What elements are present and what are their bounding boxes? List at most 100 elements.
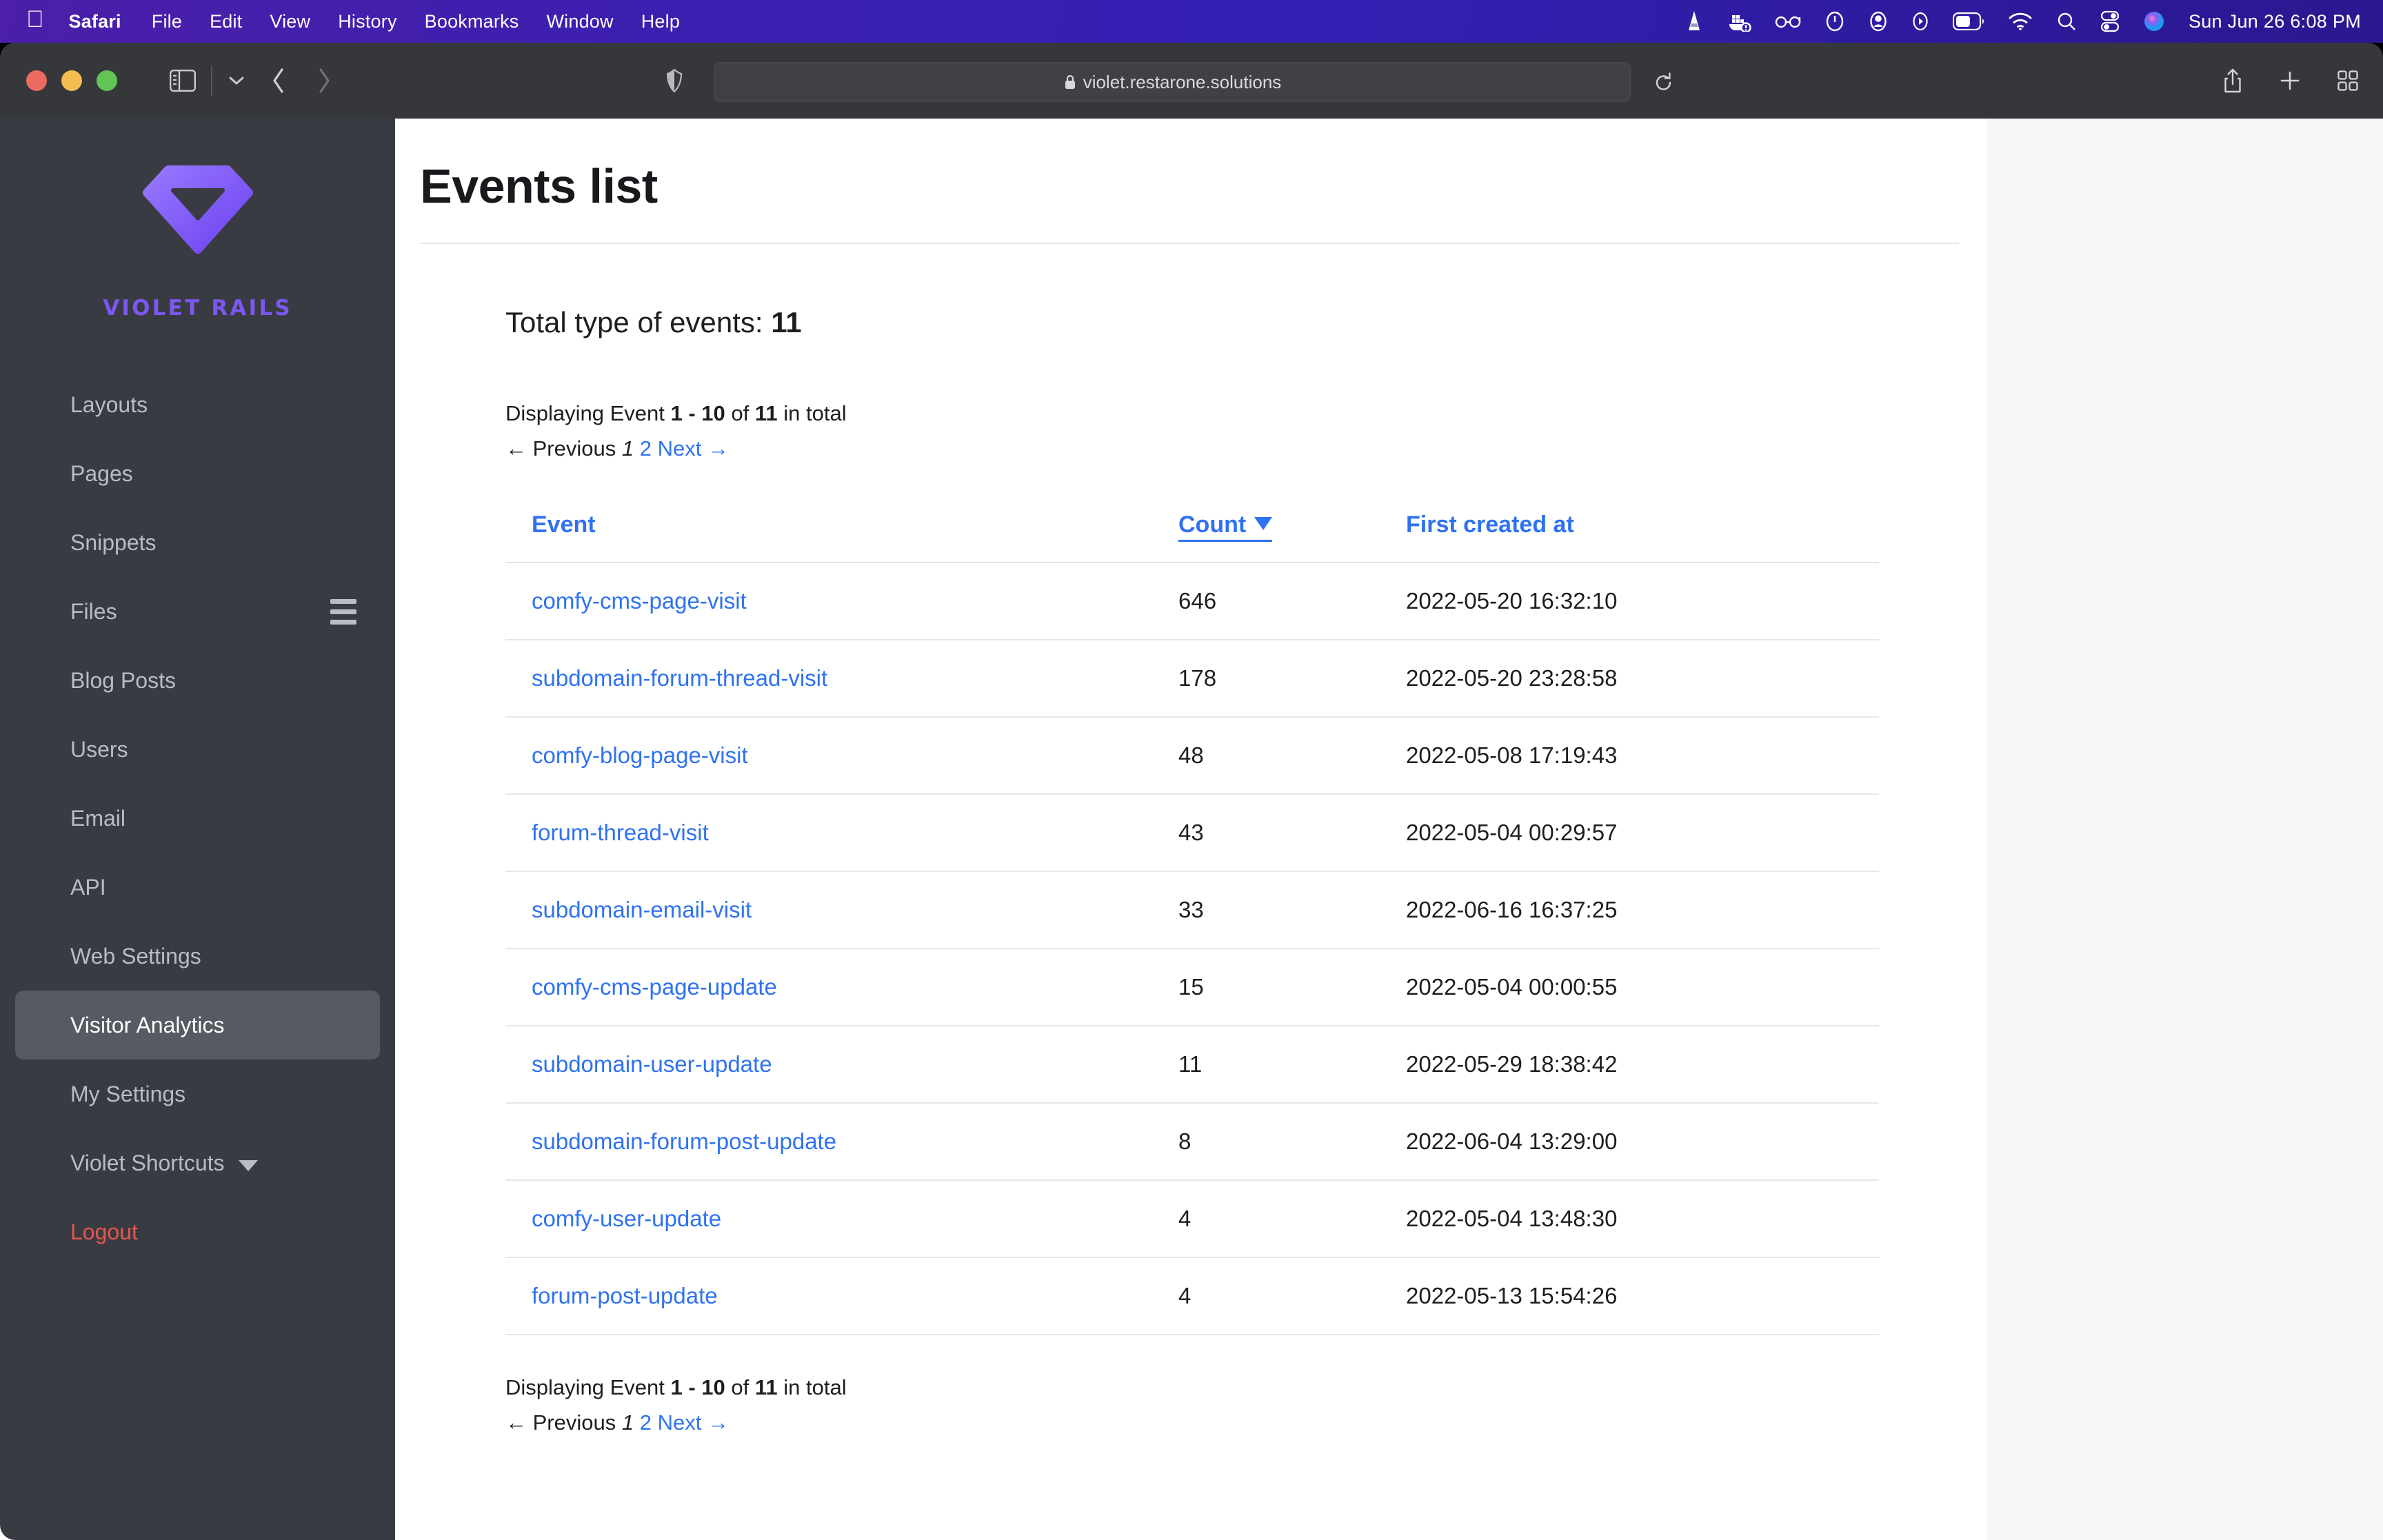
cell-event: comfy-blog-page-visit	[505, 716, 1152, 795]
event-link[interactable]: subdomain-forum-thread-visit	[532, 665, 827, 691]
toolbar-divider	[211, 65, 212, 96]
column-header-event[interactable]: Event	[505, 492, 1152, 563]
event-link[interactable]: comfy-cms-page-visit	[532, 588, 747, 614]
event-link[interactable]: subdomain-user-update	[532, 1051, 772, 1077]
column-header-first-created-at-label: First created at	[1406, 511, 1574, 538]
zoom-button[interactable]	[97, 70, 117, 91]
menu-item-view[interactable]: View	[270, 11, 310, 32]
power-circle-icon[interactable]	[1824, 8, 1845, 34]
sidebar-item-label: Logout	[70, 1219, 138, 1244]
sidebar-item-pages[interactable]: Pages	[15, 439, 380, 508]
menu-item-bookmarks[interactable]: Bookmarks	[425, 11, 519, 32]
app-logo[interactable]: VIOLET RAILS	[0, 119, 395, 321]
address-bar-wrapper: violet.restarone.solutions	[714, 62, 1671, 102]
displaying-suffix: in total	[777, 1375, 847, 1399]
cell-count: 178	[1152, 639, 1380, 718]
next-page-link[interactable]: Next	[658, 436, 702, 460]
privacy-shield-icon[interactable]	[665, 69, 683, 92]
address-bar[interactable]: violet.restarone.solutions	[714, 62, 1671, 102]
menu-bar-clock[interactable]: Sun Jun 26 6:08 PM	[2189, 11, 2361, 32]
sidebar-item-my-settings[interactable]: My Settings	[15, 1060, 380, 1128]
docker-whale-icon[interactable]	[1728, 8, 1751, 34]
menu-item-edit[interactable]: Edit	[210, 11, 242, 32]
battery-icon[interactable]	[1952, 8, 1984, 34]
close-button[interactable]	[26, 70, 47, 91]
event-link[interactable]: subdomain-forum-post-update	[532, 1128, 836, 1154]
sidebar-item-violet-shortcuts[interactable]: Violet Shortcuts	[15, 1128, 380, 1197]
spotlight-search-icon[interactable]	[2056, 8, 2077, 34]
sidebar-item-label: Email	[70, 805, 126, 831]
sidebar-item-logout[interactable]: Logout	[15, 1197, 380, 1266]
event-link[interactable]: forum-post-update	[532, 1283, 718, 1308]
event-link[interactable]: subdomain-email-visit	[532, 897, 752, 922]
siri-icon[interactable]	[2143, 8, 2165, 34]
back-chevron-icon[interactable]	[270, 67, 287, 94]
event-link[interactable]: comfy-user-update	[532, 1206, 721, 1231]
menu-item-safari[interactable]: Safari	[69, 11, 121, 32]
macos-menu-bar:  Safari File Edit View History Bookmark…	[0, 0, 2383, 43]
sidebar-toggle-icon[interactable]	[170, 70, 196, 92]
cell-event: subdomain-user-update	[505, 1025, 1152, 1104]
cell-event: forum-post-update	[505, 1257, 1152, 1335]
displaying-total: 11	[754, 401, 778, 425]
app-logo-text: VIOLET RAILS	[103, 296, 292, 321]
displaying-range: 1 - 10	[670, 1375, 725, 1399]
pagination-bottom: ← Previous 1 2 Next →	[505, 1408, 1986, 1439]
column-header-first-created-at[interactable]: First created at	[1380, 492, 1879, 563]
menu-item-file[interactable]: File	[152, 11, 182, 32]
chevron-down-icon[interactable]	[228, 74, 245, 87]
forward-chevron-icon[interactable]	[316, 67, 332, 94]
sidebar-item-blog-posts[interactable]: Blog Posts	[15, 646, 380, 715]
total-events-summary: Total type of events: 11	[505, 306, 1986, 339]
reload-icon[interactable]	[1644, 63, 1684, 103]
vlc-cone-icon[interactable]	[1684, 8, 1705, 34]
table-header-row: Event Count First created at	[505, 492, 1879, 563]
sidebar-item-snippets[interactable]: Snippets	[15, 508, 380, 577]
cell-count: 8	[1152, 1102, 1380, 1181]
page-title: Events list	[420, 159, 658, 213]
event-link[interactable]: comfy-cms-page-update	[532, 974, 777, 1000]
total-events-value: 11	[771, 306, 802, 338]
sidebar-item-label: Layouts	[70, 392, 148, 417]
event-link[interactable]: comfy-blog-page-visit	[532, 742, 748, 768]
glasses-icon[interactable]	[1775, 8, 1801, 34]
event-link[interactable]: forum-thread-visit	[532, 820, 709, 845]
table-row: comfy-cms-page-update 15 2022-05-04 00:0…	[505, 948, 1879, 1026]
sidebar-nav: Layouts Pages Snippets Files Blog Posts	[0, 370, 395, 1266]
sidebar-item-users[interactable]: Users	[15, 715, 380, 784]
next-page-link[interactable]: Next	[658, 1410, 702, 1435]
cell-first-created-at: 2022-05-04 13:48:30	[1380, 1179, 1879, 1258]
cell-event: comfy-user-update	[505, 1179, 1152, 1258]
displaying-total: 11	[754, 1375, 778, 1399]
table-row: subdomain-forum-thread-visit 178 2022-05…	[505, 639, 1879, 718]
share-icon[interactable]	[2223, 68, 2242, 94]
address-bar-url[interactable]: violet.restarone.solutions	[1083, 72, 1282, 93]
sidebar-item-api[interactable]: API	[15, 853, 380, 922]
cell-first-created-at: 2022-05-20 16:32:10	[1380, 562, 1879, 640]
sidebar-item-visitor-analytics[interactable]: Visitor Analytics	[15, 991, 380, 1060]
sidebar-item-label: Users	[70, 736, 128, 762]
sidebar-item-files[interactable]: Files	[15, 577, 380, 646]
user-circle-icon[interactable]	[1869, 8, 1888, 34]
plus-icon[interactable]	[2280, 70, 2300, 91]
sidebar-item-layouts[interactable]: Layouts	[15, 370, 380, 439]
wifi-icon[interactable]	[2008, 8, 2033, 34]
apple-logo-icon[interactable]: 	[26, 8, 44, 31]
page-2-link[interactable]: 2	[640, 1410, 652, 1435]
tab-overview-icon[interactable]	[2337, 70, 2358, 91]
table-row: forum-thread-visit 43 2022-05-04 00:29:5…	[505, 793, 1879, 872]
column-header-count[interactable]: Count	[1152, 492, 1380, 563]
table-row: comfy-cms-page-visit 646 2022-05-20 16:3…	[505, 562, 1879, 640]
menu-item-history[interactable]: History	[338, 11, 396, 32]
cell-first-created-at: 2022-05-20 23:28:58	[1380, 639, 1879, 718]
table-row: forum-post-update 4 2022-05-13 15:54:26	[505, 1257, 1879, 1335]
sidebar-item-web-settings[interactable]: Web Settings	[15, 922, 380, 991]
page-2-link[interactable]: 2	[640, 436, 652, 460]
menu-item-help[interactable]: Help	[641, 11, 680, 32]
menu-item-window[interactable]: Window	[546, 11, 613, 32]
hamburger-icon[interactable]	[330, 598, 356, 625]
sidebar-item-email[interactable]: Email	[15, 784, 380, 853]
minimize-button[interactable]	[61, 70, 82, 91]
play-circle-icon[interactable]	[1911, 8, 1929, 34]
control-center-icon[interactable]	[2100, 8, 2120, 34]
